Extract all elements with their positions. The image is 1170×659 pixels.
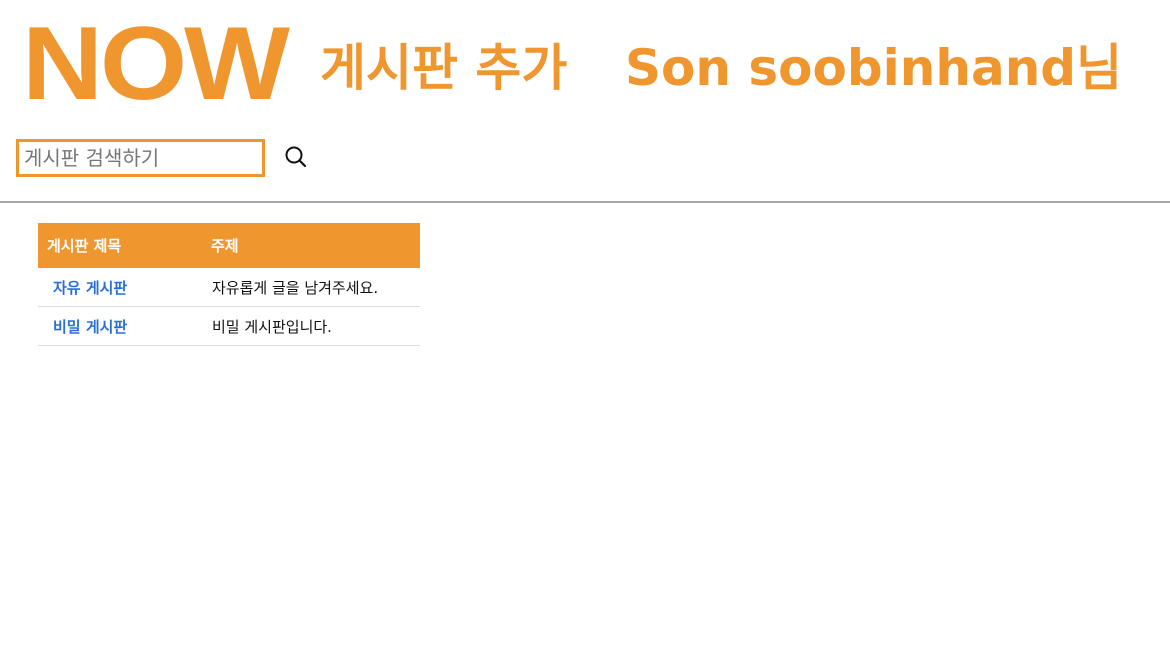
board-link-secret[interactable]: 비밀 게시판: [53, 318, 127, 336]
table-header-row: 게시판 제목 주제: [38, 223, 420, 268]
board-topic-cell: 자유롭게 글을 남겨주세요.: [203, 268, 420, 307]
column-header-topic: 주제: [203, 223, 420, 268]
add-board-link[interactable]: 게시판 추가: [320, 36, 567, 100]
user-name-link[interactable]: Son soobinhand님: [625, 36, 1122, 100]
board-name-cell: 자유 게시판: [38, 268, 203, 307]
now-logo[interactable]: NOW: [22, 12, 290, 116]
search-button[interactable]: [282, 144, 310, 172]
board-table: 게시판 제목 주제 자유 게시판 자유롭게 글을 남겨주세요. 비밀 게시판 비…: [38, 223, 420, 346]
search-icon: [285, 146, 307, 167]
board-search-input[interactable]: [16, 139, 265, 177]
page-header: NOW 게시판 추가 Son soobinhand님: [0, 0, 1170, 203]
board-link-free[interactable]: 자유 게시판: [53, 279, 127, 297]
column-header-title: 게시판 제목: [38, 223, 203, 268]
board-name-cell: 비밀 게시판: [38, 306, 203, 346]
table-row: 자유 게시판 자유롭게 글을 남겨주세요.: [38, 268, 420, 307]
table-row: 비밀 게시판 비밀 게시판입니다.: [38, 306, 420, 346]
board-topic-cell: 비밀 게시판입니다.: [203, 306, 420, 346]
